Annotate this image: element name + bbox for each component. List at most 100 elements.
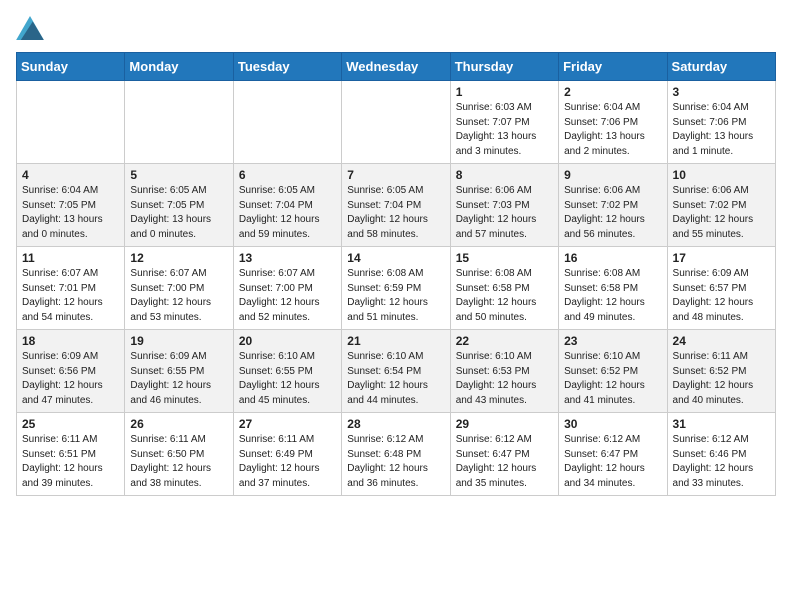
calendar-cell bbox=[342, 81, 450, 164]
day-number: 14 bbox=[347, 251, 444, 265]
calendar-cell: 12 Sunrise: 6:07 AM Sunset: 7:00 PM Dayli… bbox=[125, 247, 233, 330]
day-number: 20 bbox=[239, 334, 336, 348]
day-info: Sunrise: 6:11 AM Sunset: 6:49 PM Dayligh… bbox=[239, 433, 336, 491]
day-info: Sunrise: 6:11 AM Sunset: 6:51 PM Dayligh… bbox=[22, 433, 119, 491]
day-number: 7 bbox=[347, 168, 444, 182]
calendar-cell: 31 Sunrise: 6:12 AM Sunset: 6:46 PM Dayli… bbox=[667, 413, 775, 496]
weekday-header: Tuesday bbox=[233, 53, 341, 81]
calendar-week-row: 25Sunrise: 6:11 AM Sunset: 6:51 PM Dayli… bbox=[17, 413, 776, 496]
calendar-cell: 26 Sunrise: 6:11 AM Sunset: 6:50 PM Dayli… bbox=[125, 413, 233, 496]
calendar-week-row: 1 Sunrise: 6:03 AM Sunset: 7:07 PM Daylig… bbox=[17, 81, 776, 164]
day-info: Sunrise: 6:10 AM Sunset: 6:52 PM Dayligh… bbox=[564, 350, 661, 408]
day-number: 21 bbox=[347, 334, 444, 348]
weekday-header: Saturday bbox=[667, 53, 775, 81]
day-info: Sunrise: 6:10 AM Sunset: 6:55 PM Dayligh… bbox=[239, 350, 336, 408]
calendar-cell: 17Sunrise: 6:09 AM Sunset: 6:57 PM Dayli… bbox=[667, 247, 775, 330]
day-info: Sunrise: 6:03 AM Sunset: 7:07 PM Dayligh… bbox=[456, 101, 553, 159]
day-info: Sunrise: 6:07 AM Sunset: 7:01 PM Dayligh… bbox=[22, 267, 119, 325]
calendar-cell: 10 Sunrise: 6:06 AM Sunset: 7:02 PM Dayli… bbox=[667, 164, 775, 247]
calendar-cell bbox=[125, 81, 233, 164]
calendar-cell: 29Sunrise: 6:12 AM Sunset: 6:47 PM Dayli… bbox=[450, 413, 558, 496]
calendar-cell: 16Sunrise: 6:08 AM Sunset: 6:58 PM Dayli… bbox=[559, 247, 667, 330]
day-number: 2 bbox=[564, 85, 661, 99]
day-info: Sunrise: 6:04 AM Sunset: 7:06 PM Dayligh… bbox=[564, 101, 661, 159]
day-info: Sunrise: 6:05 AM Sunset: 7:04 PM Dayligh… bbox=[347, 184, 444, 242]
calendar-cell: 4Sunrise: 6:04 AM Sunset: 7:05 PM Daylig… bbox=[17, 164, 125, 247]
calendar-table: SundayMondayTuesdayWednesdayThursdayFrid… bbox=[16, 52, 776, 496]
calendar-cell: 24 Sunrise: 6:11 AM Sunset: 6:52 PM Dayli… bbox=[667, 330, 775, 413]
day-info: Sunrise: 6:12 AM Sunset: 6:46 PM Dayligh… bbox=[673, 433, 770, 491]
day-number: 27 bbox=[239, 417, 336, 431]
day-number: 24 bbox=[673, 334, 770, 348]
day-info: Sunrise: 6:08 AM Sunset: 6:58 PM Dayligh… bbox=[456, 267, 553, 325]
day-info: Sunrise: 6:12 AM Sunset: 6:48 PM Dayligh… bbox=[347, 433, 444, 491]
day-info: Sunrise: 6:07 AM Sunset: 7:00 PM Dayligh… bbox=[130, 267, 227, 325]
calendar-header-row: SundayMondayTuesdayWednesdayThursdayFrid… bbox=[17, 53, 776, 81]
calendar-cell: 1 Sunrise: 6:03 AM Sunset: 7:07 PM Daylig… bbox=[450, 81, 558, 164]
weekday-header: Thursday bbox=[450, 53, 558, 81]
calendar-week-row: 11 Sunrise: 6:07 AM Sunset: 7:01 PM Dayli… bbox=[17, 247, 776, 330]
day-info: Sunrise: 6:12 AM Sunset: 6:47 PM Dayligh… bbox=[456, 433, 553, 491]
day-number: 13 bbox=[239, 251, 336, 265]
day-number: 30 bbox=[564, 417, 661, 431]
calendar-cell: 23 Sunrise: 6:10 AM Sunset: 6:52 PM Dayli… bbox=[559, 330, 667, 413]
weekday-header: Sunday bbox=[17, 53, 125, 81]
calendar-cell: 3 Sunrise: 6:04 AM Sunset: 7:06 PM Daylig… bbox=[667, 81, 775, 164]
calendar-cell: 19 Sunrise: 6:09 AM Sunset: 6:55 PM Dayli… bbox=[125, 330, 233, 413]
calendar-week-row: 18 Sunrise: 6:09 AM Sunset: 6:56 PM Dayli… bbox=[17, 330, 776, 413]
day-number: 28 bbox=[347, 417, 444, 431]
day-number: 5 bbox=[130, 168, 227, 182]
day-number: 15 bbox=[456, 251, 553, 265]
day-info: Sunrise: 6:12 AM Sunset: 6:47 PM Dayligh… bbox=[564, 433, 661, 491]
day-number: 8 bbox=[456, 168, 553, 182]
day-info: Sunrise: 6:08 AM Sunset: 6:59 PM Dayligh… bbox=[347, 267, 444, 325]
calendar-cell: 9Sunrise: 6:06 AM Sunset: 7:02 PM Daylig… bbox=[559, 164, 667, 247]
day-info: Sunrise: 6:06 AM Sunset: 7:02 PM Dayligh… bbox=[564, 184, 661, 242]
day-number: 22 bbox=[456, 334, 553, 348]
calendar-cell: 14 Sunrise: 6:08 AM Sunset: 6:59 PM Dayli… bbox=[342, 247, 450, 330]
calendar-cell: 15 Sunrise: 6:08 AM Sunset: 6:58 PM Dayli… bbox=[450, 247, 558, 330]
calendar-cell: 6Sunrise: 6:05 AM Sunset: 7:04 PM Daylig… bbox=[233, 164, 341, 247]
calendar-cell: 13 Sunrise: 6:07 AM Sunset: 7:00 PM Dayli… bbox=[233, 247, 341, 330]
calendar-cell: 27 Sunrise: 6:11 AM Sunset: 6:49 PM Dayli… bbox=[233, 413, 341, 496]
calendar-cell: 11 Sunrise: 6:07 AM Sunset: 7:01 PM Dayli… bbox=[17, 247, 125, 330]
day-number: 4 bbox=[22, 168, 119, 182]
day-number: 1 bbox=[456, 85, 553, 99]
page-header bbox=[16, 16, 776, 40]
calendar-cell: 18 Sunrise: 6:09 AM Sunset: 6:56 PM Dayli… bbox=[17, 330, 125, 413]
day-number: 23 bbox=[564, 334, 661, 348]
day-number: 26 bbox=[130, 417, 227, 431]
calendar-cell: 25Sunrise: 6:11 AM Sunset: 6:51 PM Dayli… bbox=[17, 413, 125, 496]
calendar-cell: 28 Sunrise: 6:12 AM Sunset: 6:48 PM Dayli… bbox=[342, 413, 450, 496]
calendar-cell: 7 Sunrise: 6:05 AM Sunset: 7:04 PM Daylig… bbox=[342, 164, 450, 247]
day-number: 19 bbox=[130, 334, 227, 348]
day-number: 12 bbox=[130, 251, 227, 265]
weekday-header: Wednesday bbox=[342, 53, 450, 81]
day-info: Sunrise: 6:11 AM Sunset: 6:52 PM Dayligh… bbox=[673, 350, 770, 408]
day-info: Sunrise: 6:11 AM Sunset: 6:50 PM Dayligh… bbox=[130, 433, 227, 491]
logo bbox=[16, 16, 48, 40]
day-number: 31 bbox=[673, 417, 770, 431]
logo-icon bbox=[16, 16, 44, 40]
day-info: Sunrise: 6:06 AM Sunset: 7:03 PM Dayligh… bbox=[456, 184, 553, 242]
calendar-cell: 20 Sunrise: 6:10 AM Sunset: 6:55 PM Dayli… bbox=[233, 330, 341, 413]
day-info: Sunrise: 6:05 AM Sunset: 7:05 PM Dayligh… bbox=[130, 184, 227, 242]
calendar-cell: 30 Sunrise: 6:12 AM Sunset: 6:47 PM Dayli… bbox=[559, 413, 667, 496]
day-info: Sunrise: 6:07 AM Sunset: 7:00 PM Dayligh… bbox=[239, 267, 336, 325]
day-info: Sunrise: 6:04 AM Sunset: 7:06 PM Dayligh… bbox=[673, 101, 770, 159]
day-info: Sunrise: 6:05 AM Sunset: 7:04 PM Dayligh… bbox=[239, 184, 336, 242]
calendar-cell: 21 Sunrise: 6:10 AM Sunset: 6:54 PM Dayli… bbox=[342, 330, 450, 413]
day-number: 11 bbox=[22, 251, 119, 265]
calendar-cell: 22Sunrise: 6:10 AM Sunset: 6:53 PM Dayli… bbox=[450, 330, 558, 413]
calendar-cell bbox=[17, 81, 125, 164]
day-number: 17 bbox=[673, 251, 770, 265]
day-info: Sunrise: 6:09 AM Sunset: 6:56 PM Dayligh… bbox=[22, 350, 119, 408]
day-number: 10 bbox=[673, 168, 770, 182]
day-number: 3 bbox=[673, 85, 770, 99]
day-info: Sunrise: 6:09 AM Sunset: 6:55 PM Dayligh… bbox=[130, 350, 227, 408]
day-info: Sunrise: 6:10 AM Sunset: 6:54 PM Dayligh… bbox=[347, 350, 444, 408]
day-info: Sunrise: 6:06 AM Sunset: 7:02 PM Dayligh… bbox=[673, 184, 770, 242]
day-number: 18 bbox=[22, 334, 119, 348]
calendar-cell: 8 Sunrise: 6:06 AM Sunset: 7:03 PM Daylig… bbox=[450, 164, 558, 247]
calendar-cell: 5 Sunrise: 6:05 AM Sunset: 7:05 PM Daylig… bbox=[125, 164, 233, 247]
